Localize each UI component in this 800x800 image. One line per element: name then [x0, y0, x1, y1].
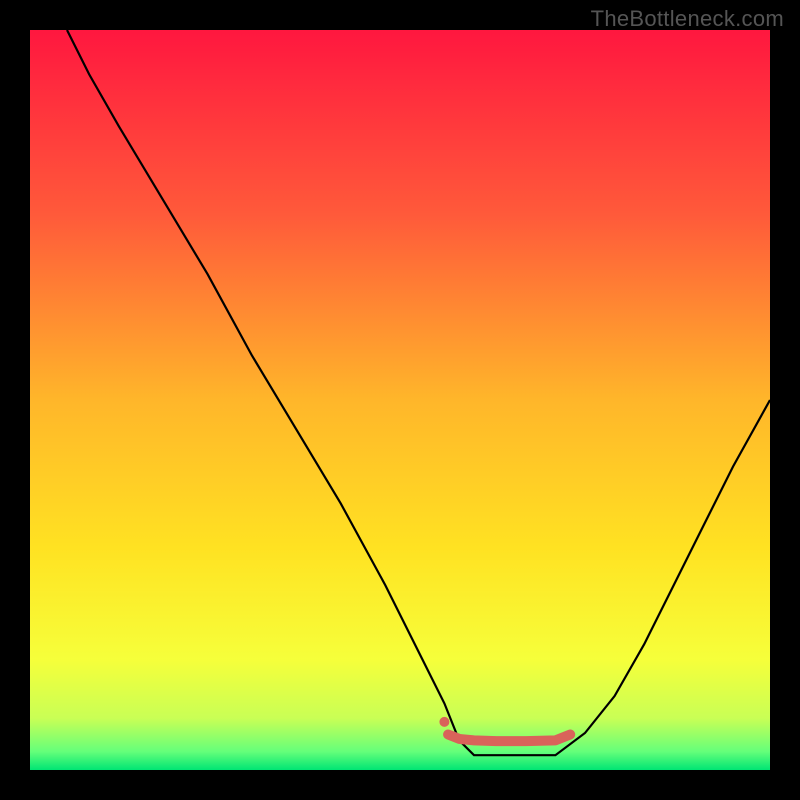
chart-stage: TheBottleneck.com [0, 0, 800, 800]
chart-svg [30, 30, 770, 770]
chart-plot [30, 30, 770, 770]
chart-annotation-layer [439, 717, 449, 727]
marker-dot-left [439, 717, 449, 727]
watermark-text: TheBottleneck.com [591, 6, 784, 32]
chart-background [30, 30, 770, 770]
